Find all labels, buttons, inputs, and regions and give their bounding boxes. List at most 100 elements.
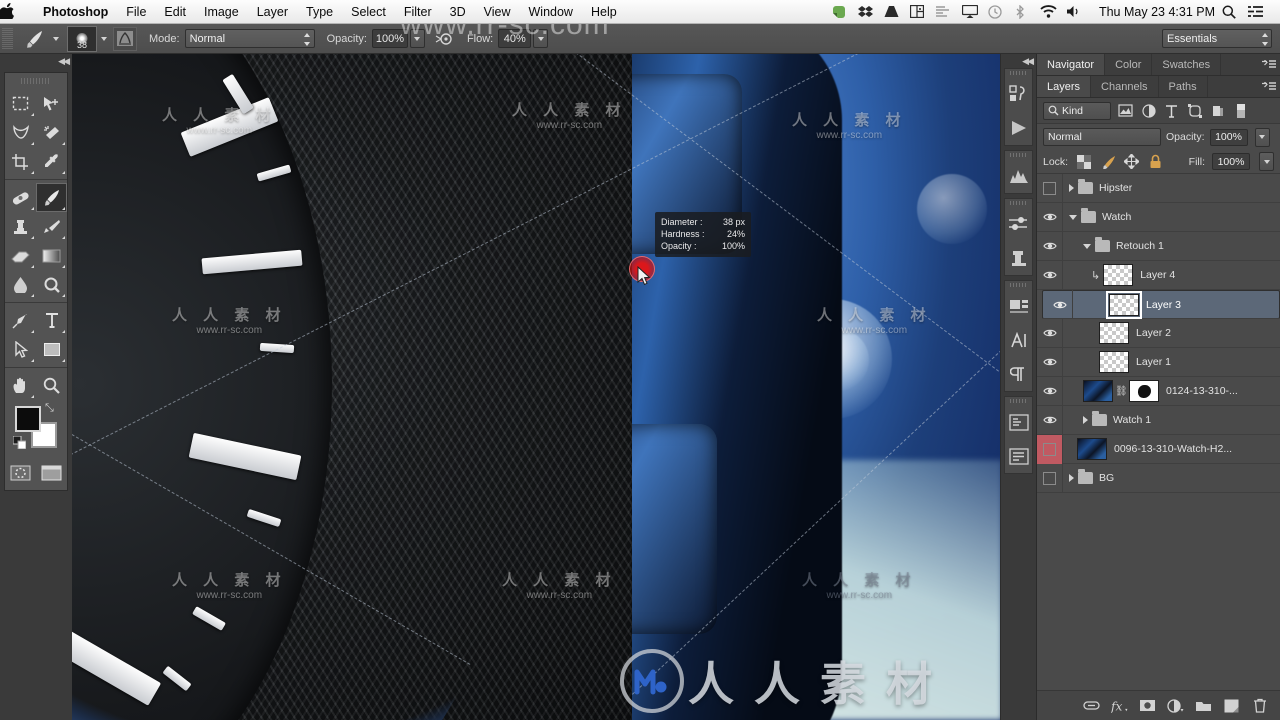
lasso-tool[interactable] — [5, 118, 36, 147]
tab-color[interactable]: Color — [1105, 54, 1153, 75]
layer-visibility-toggle[interactable] — [1037, 405, 1063, 435]
history-brush-tool[interactable] — [36, 212, 67, 241]
layer-visibility-toggle[interactable] — [1037, 434, 1063, 464]
tab-layers[interactable]: Layers — [1037, 76, 1092, 97]
layer-visibility-toggle[interactable] — [1047, 290, 1073, 319]
horizontal-type-tool[interactable] — [36, 306, 67, 335]
move-tool[interactable] — [36, 89, 67, 118]
brush-preset-picker-icon[interactable]: 38 — [67, 25, 97, 52]
layer-visibility-toggle[interactable] — [1037, 347, 1063, 377]
drag-handle[interactable] — [1005, 151, 1032, 159]
tab-paths[interactable]: Paths — [1159, 76, 1208, 97]
lock-transparent-pixels-icon[interactable] — [1075, 153, 1092, 170]
menu-layer[interactable]: Layer — [248, 0, 297, 24]
pen-tool[interactable] — [5, 306, 36, 335]
collapse-panel-icon[interactable]: ◀◀ — [58, 56, 70, 67]
blend-mode-select[interactable]: Normal — [1043, 128, 1161, 146]
drag-handle[interactable] — [2, 27, 13, 50]
layer-row-retouch-1[interactable]: Retouch 1 — [1037, 231, 1280, 261]
mini-bridge-icon[interactable] — [1005, 77, 1032, 111]
layer-list[interactable]: Hipster Watch Retouch 1 ↳ Layer 4 Layer … — [1037, 174, 1280, 690]
menu-filter[interactable]: Filter — [395, 0, 441, 24]
paragraph-styles-icon[interactable] — [1005, 439, 1032, 473]
layer-mask-icon[interactable] — [1139, 697, 1156, 714]
blend-mode-select[interactable]: Normal — [184, 29, 315, 48]
lock-all-icon[interactable] — [1147, 153, 1164, 170]
tab-channels[interactable]: Channels — [1091, 76, 1159, 97]
new-group-icon[interactable] — [1195, 697, 1212, 714]
volume-icon[interactable] — [1066, 5, 1092, 18]
brush-tool[interactable] — [36, 183, 67, 212]
menu-edit[interactable]: Edit — [155, 0, 195, 24]
layer-row-watch[interactable]: Watch — [1037, 202, 1280, 232]
fill-dropdown-button[interactable] — [1259, 152, 1274, 171]
chevron-down-icon[interactable] — [1083, 243, 1091, 249]
foreground-color-swatch[interactable] — [15, 406, 41, 432]
menu-3d[interactable]: 3D — [441, 0, 475, 24]
menu-bar-clock[interactable]: Thu May 23 4:31 PM — [1092, 5, 1222, 19]
eraser-tool[interactable] — [5, 241, 36, 270]
adjustments-icon[interactable] — [1005, 207, 1032, 241]
layer-opacity-field[interactable]: 100% — [1209, 128, 1248, 146]
drag-handle[interactable] — [1005, 281, 1032, 289]
menu-window[interactable]: Window — [520, 0, 582, 24]
menu-file[interactable]: File — [117, 0, 155, 24]
layer-visibility-toggle[interactable] — [1037, 174, 1063, 203]
quick-selection-tool[interactable] — [36, 118, 67, 147]
default-colors-icon[interactable] — [13, 436, 26, 449]
tab-swatches[interactable]: Swatches — [1152, 54, 1222, 75]
menu-image[interactable]: Image — [195, 0, 248, 24]
drag-handle[interactable] — [1005, 199, 1032, 207]
delete-layer-icon[interactable] — [1251, 697, 1268, 714]
menu-help[interactable]: Help — [582, 0, 626, 24]
time-machine-icon[interactable] — [988, 4, 1014, 19]
link-mask-icon[interactable]: ⛓ — [1115, 386, 1128, 397]
path-selection-tool[interactable] — [5, 335, 36, 364]
chevron-right-icon[interactable] — [1069, 184, 1074, 192]
layer-thumbnail[interactable] — [1099, 322, 1129, 344]
layer-fill-field[interactable]: 100% — [1212, 153, 1250, 170]
workspace-select[interactable]: Essentials — [1162, 29, 1272, 48]
layer-visibility-toggle[interactable] — [1037, 202, 1063, 232]
drag-handle[interactable] — [1005, 69, 1032, 77]
menu-view[interactable]: View — [475, 0, 520, 24]
layer-row-layer-3[interactable]: Layer 3 — [1042, 290, 1280, 319]
pixel-layer-filter-icon[interactable] — [1117, 102, 1134, 119]
apple-icon[interactable] — [0, 2, 34, 21]
brush-preset-chevron-icon[interactable] — [101, 36, 107, 41]
panel-menu-icon[interactable] — [1258, 76, 1280, 97]
layer-visibility-toggle[interactable] — [1037, 231, 1063, 261]
notification-center-icon[interactable] — [1248, 5, 1274, 18]
layer-row-bg[interactable]: BG — [1037, 463, 1280, 493]
filter-toggle-icon[interactable] — [1232, 102, 1249, 119]
layer-row-layer-4[interactable]: ↳ Layer 4 — [1037, 260, 1280, 290]
brush-tool-icon[interactable] — [19, 28, 49, 50]
layer-visibility-toggle[interactable] — [1037, 463, 1063, 493]
adjustment-layer-filter-icon[interactable] — [1140, 102, 1157, 119]
google-drive-icon[interactable] — [884, 5, 910, 18]
lock-image-pixels-icon[interactable] — [1099, 153, 1116, 170]
layer-thumbnail[interactable] — [1083, 380, 1113, 402]
smart-object-filter-icon[interactable] — [1209, 102, 1226, 119]
bluetooth-icon[interactable] — [1014, 4, 1040, 19]
character-icon[interactable] — [1005, 323, 1032, 357]
layer-thumbnail[interactable] — [1077, 438, 1107, 460]
layer-row-watch-1[interactable]: Watch 1 — [1037, 405, 1280, 435]
swap-colors-icon[interactable]: ⤡ — [45, 402, 54, 415]
layer-visibility-toggle[interactable] — [1037, 376, 1063, 406]
wifi-icon[interactable] — [1040, 5, 1066, 18]
panel-menu-icon[interactable] — [1258, 54, 1280, 75]
properties-icon[interactable] — [1005, 289, 1032, 323]
menu-photoshop[interactable]: Photoshop — [34, 0, 117, 24]
layer-filter-kind-select[interactable]: Kind — [1043, 101, 1111, 120]
screen-mode-icon[interactable] — [36, 460, 67, 486]
crop-tool[interactable] — [5, 147, 36, 176]
drag-handle[interactable] — [21, 75, 51, 87]
rectangle-tool[interactable] — [36, 335, 67, 364]
new-adjustment-layer-icon[interactable] — [1167, 697, 1184, 714]
layer-thumbnail[interactable] — [1099, 351, 1129, 373]
clone-stamp-tool[interactable] — [5, 212, 36, 241]
shape-layer-filter-icon[interactable] — [1186, 102, 1203, 119]
layer-thumbnail[interactable] — [1103, 264, 1134, 286]
hand-tool[interactable] — [5, 371, 36, 400]
